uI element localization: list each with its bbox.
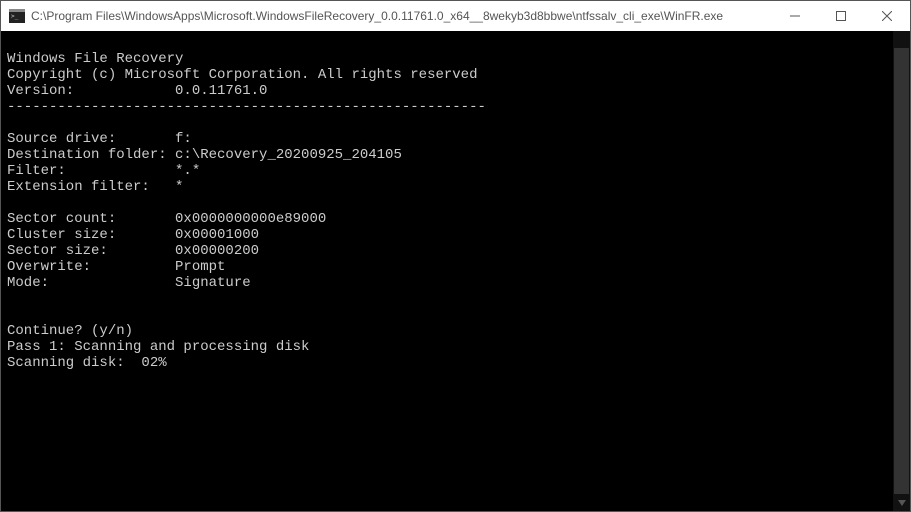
scroll-track[interactable]	[893, 48, 910, 494]
scroll-down-arrow[interactable]	[893, 494, 910, 511]
terminal-output[interactable]: Windows File Recovery Copyright (c) Micr…	[1, 31, 910, 511]
maximize-button[interactable]	[818, 1, 864, 31]
app-window: >_ C:\Program Files\WindowsApps\Microsof…	[0, 0, 911, 512]
scrollbar[interactable]	[893, 31, 910, 511]
app-icon: >_	[9, 8, 25, 24]
svg-text:>_: >_	[11, 13, 19, 20]
close-button[interactable]	[864, 1, 910, 31]
titlebar[interactable]: >_ C:\Program Files\WindowsApps\Microsof…	[1, 1, 910, 31]
scroll-thumb[interactable]	[894, 48, 909, 494]
terminal-text: Windows File Recovery Copyright (c) Micr…	[7, 51, 486, 371]
window-title: C:\Program Files\WindowsApps\Microsoft.W…	[31, 9, 772, 23]
window-controls	[772, 1, 910, 31]
minimize-button[interactable]	[772, 1, 818, 31]
